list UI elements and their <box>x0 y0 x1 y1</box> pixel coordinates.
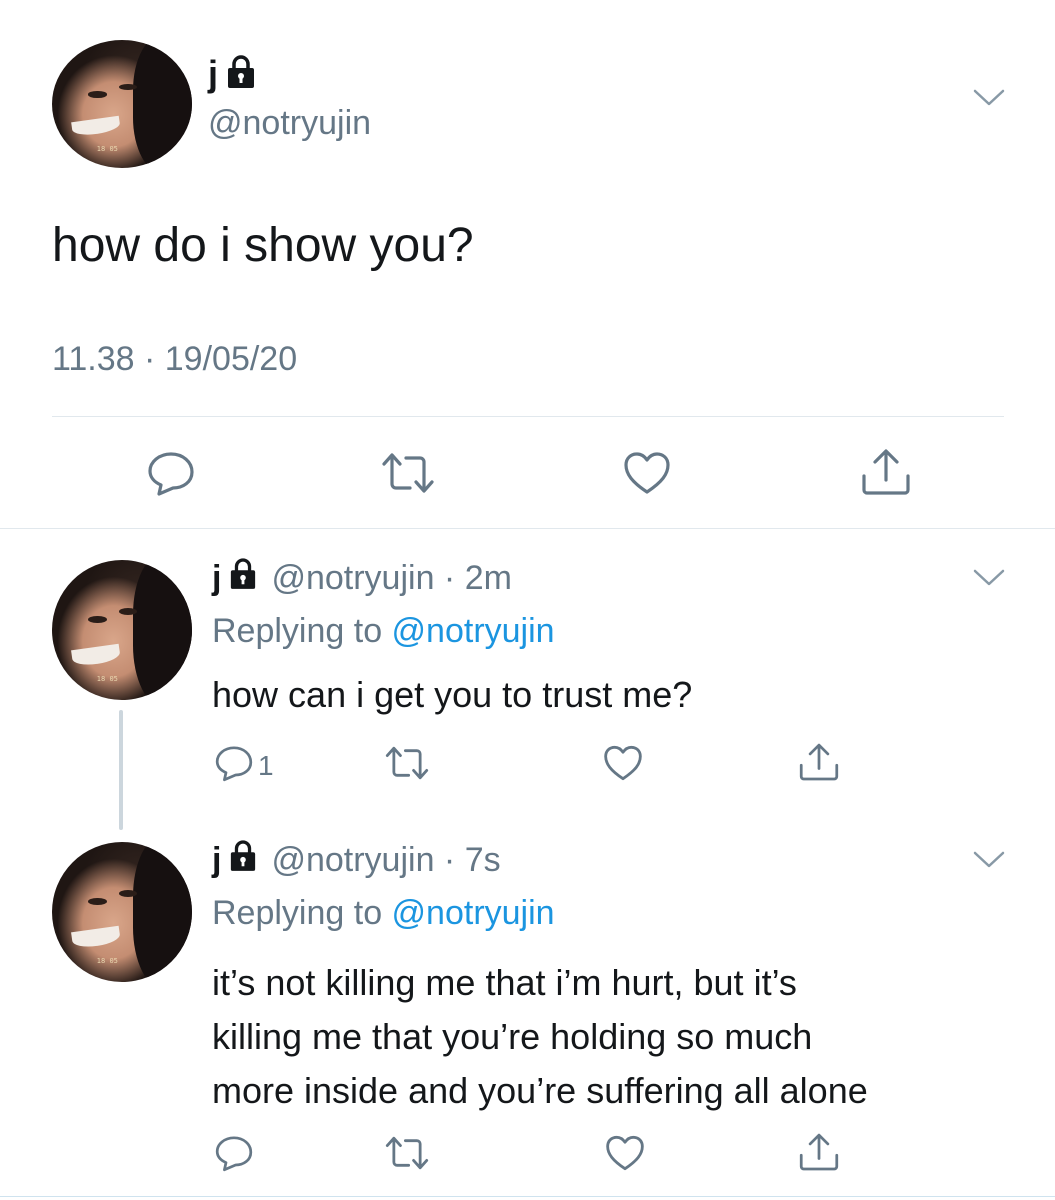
retweet-button[interactable] <box>384 744 430 787</box>
bottom-divider <box>0 1196 1055 1197</box>
reply-icon <box>214 1134 254 1177</box>
retweet-button[interactable] <box>384 1134 430 1177</box>
reply-button[interactable] <box>214 1134 258 1177</box>
tweet-text: how can i get you to trust me? <box>212 674 693 715</box>
avatar[interactable]: 18 05 <box>52 842 192 982</box>
reply-icon <box>146 450 196 501</box>
replying-handle-link[interactable]: @notryujin <box>392 894 555 932</box>
avatar[interactable]: 18 05 <box>52 40 192 168</box>
share-icon <box>798 742 840 787</box>
thread-line <box>119 710 123 830</box>
tweet-text-line: it’s not killing me that i’m hurt, but i… <box>212 962 797 1003</box>
share-button[interactable] <box>798 1132 840 1177</box>
display-name[interactable]: j <box>212 841 221 880</box>
reply-button[interactable] <box>146 450 196 501</box>
heart-icon <box>604 1134 646 1177</box>
replying-prefix: Replying to <box>212 894 392 932</box>
reply-count: 1 <box>258 749 274 781</box>
lock-icon <box>229 839 257 881</box>
tweet-text-line: killing me that you’re holding so much <box>212 1016 813 1057</box>
replying-to: Replying to @notryujin <box>212 894 555 933</box>
handle-time[interactable]: @notryujin · 7s <box>271 841 500 880</box>
chevron-down-icon[interactable] <box>972 848 1006 877</box>
heart-icon <box>622 450 672 501</box>
chevron-down-icon[interactable] <box>972 86 1006 115</box>
share-button[interactable] <box>860 448 912 501</box>
display-name[interactable]: j <box>208 53 218 95</box>
section-divider <box>0 528 1055 529</box>
share-button[interactable] <box>798 742 840 787</box>
author-name-row[interactable]: j <box>208 52 256 96</box>
avatar[interactable]: 18 05 <box>52 560 192 700</box>
tweet-text-line: more inside and you’re suffering all alo… <box>212 1070 868 1111</box>
retweet-icon <box>384 1134 430 1177</box>
lock-icon <box>226 54 256 94</box>
handle-time[interactable]: @notryujin · 2m <box>271 559 511 598</box>
reply-icon <box>214 744 254 787</box>
retweet-icon <box>380 450 436 501</box>
tweet-text: how do i show you? <box>52 219 474 272</box>
retweet-button[interactable] <box>380 450 436 501</box>
author-handle[interactable]: @notryujin <box>208 104 371 143</box>
display-name[interactable]: j <box>212 559 221 598</box>
divider <box>52 416 1004 417</box>
reply-button[interactable]: 1 <box>214 744 274 787</box>
like-button[interactable] <box>604 1134 646 1177</box>
replying-to: Replying to @notryujin <box>212 612 555 651</box>
heart-icon <box>602 744 644 787</box>
replying-prefix: Replying to <box>212 612 392 650</box>
replying-handle-link[interactable]: @notryujin <box>392 612 555 650</box>
author-row[interactable]: j @notryujin · 7s <box>212 838 501 882</box>
like-button[interactable] <box>602 744 644 787</box>
like-button[interactable] <box>622 450 672 501</box>
lock-icon <box>229 557 257 599</box>
author-row[interactable]: j @notryujin · 2m <box>212 556 512 600</box>
tweet-text: it’s not killing me that i’m hurt, but i… <box>212 956 868 1118</box>
share-icon <box>860 448 912 501</box>
share-icon <box>798 1132 840 1177</box>
retweet-icon <box>384 744 430 787</box>
tweet-timestamp[interactable]: 11.38 · 19/05/20 <box>52 340 297 379</box>
chevron-down-icon[interactable] <box>972 566 1006 595</box>
